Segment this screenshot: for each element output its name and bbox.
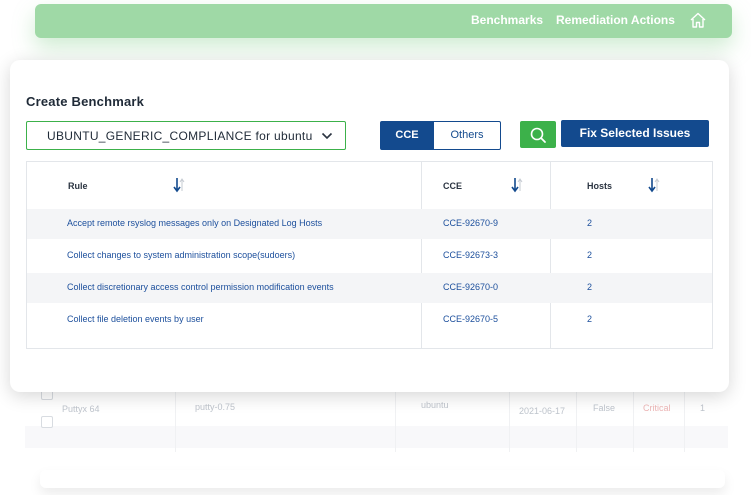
- bg-cell-os: ubuntu: [421, 400, 449, 410]
- sort-icon[interactable]: [172, 176, 186, 194]
- hosts-cell: 2: [587, 282, 593, 292]
- benchmark-select-value: UBUNTU_GENERIC_COMPLIANCE for ubuntu: [47, 129, 313, 143]
- cce-cell: CCE-92670-9: [443, 218, 499, 228]
- benchmark-select[interactable]: UBUNTU_GENERIC_COMPLIANCE for ubuntu: [26, 121, 346, 150]
- rule-cell[interactable]: Accept remote rsyslog messages only on D…: [67, 218, 322, 228]
- table-row[interactable]: Accept remote rsyslog messages only on D…: [27, 209, 712, 239]
- table-row[interactable]: Collect discretionary access control per…: [27, 273, 712, 303]
- bg-cell-package: putty-0.75: [195, 402, 236, 412]
- hosts-cell: 2: [587, 314, 593, 324]
- rule-cell[interactable]: Collect changes to system administration…: [67, 250, 295, 260]
- sort-icon[interactable]: [510, 176, 524, 194]
- toggle-others[interactable]: Others: [433, 121, 501, 150]
- cce-cell: CCE-92670-5: [443, 314, 499, 324]
- cce-cell: CCE-92670-0: [443, 282, 499, 292]
- home-icon[interactable]: [689, 11, 707, 29]
- nav-remediation-actions-link[interactable]: Remediation Actions: [556, 13, 675, 27]
- modal-title: Create Benchmark: [26, 94, 145, 109]
- table-row[interactable]: Collect changes to system administration…: [27, 241, 712, 271]
- background-card-shadow: [40, 470, 725, 488]
- row-checkbox[interactable]: [41, 416, 53, 428]
- search-button[interactable]: [520, 121, 556, 148]
- create-benchmark-modal: Create Benchmark UBUNTU_GENERIC_COMPLIAN…: [10, 60, 729, 392]
- hosts-cell: 2: [587, 250, 593, 260]
- bg-cell-flag: False: [593, 403, 616, 413]
- cce-cell: CCE-92673-3: [443, 250, 499, 260]
- top-nav-bar: Benchmarks Remediation Actions: [35, 4, 732, 38]
- hosts-cell: 2: [587, 218, 593, 228]
- column-header-hosts: Hosts: [587, 181, 613, 191]
- table-row[interactable]: Collect file deletion events by user CCE…: [27, 305, 712, 335]
- bg-cell-name: Puttyx 64: [62, 404, 100, 414]
- background-row-stripe: [25, 426, 728, 448]
- nav-benchmarks-link[interactable]: Benchmarks: [471, 13, 543, 27]
- rule-cell[interactable]: Collect file deletion events by user: [67, 314, 204, 324]
- rules-table: Rule CCE Hosts Accept remote rsyslog mes…: [26, 161, 713, 349]
- toggle-cce[interactable]: CCE: [380, 121, 434, 150]
- fix-selected-issues-button[interactable]: Fix Selected Issues: [561, 120, 709, 147]
- rule-cell[interactable]: Collect discretionary access control per…: [67, 282, 334, 292]
- bg-cell-severity: Critical: [643, 403, 671, 413]
- search-icon: [530, 127, 546, 143]
- column-header-rule: Rule: [68, 181, 88, 191]
- bg-cell-date: 2021-06-17: [519, 406, 566, 416]
- chevron-down-icon: [321, 132, 333, 140]
- bg-cell-count: 1: [700, 403, 706, 413]
- column-header-cce: CCE: [443, 181, 463, 191]
- sort-icon[interactable]: [647, 176, 661, 194]
